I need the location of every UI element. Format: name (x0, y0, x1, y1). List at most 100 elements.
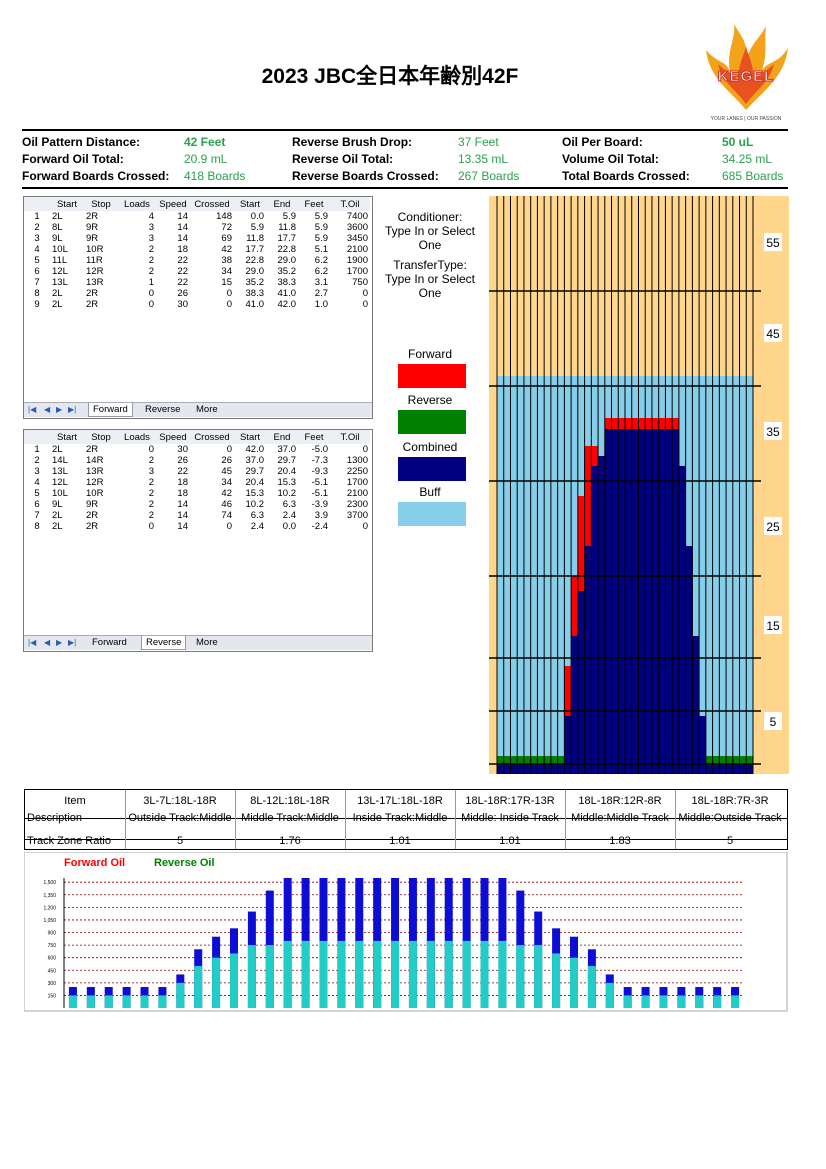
table-cell[interactable]: 20.4 (234, 477, 266, 488)
table-cell[interactable]: -7.3 (298, 455, 330, 466)
table-cell[interactable]: 8L (50, 222, 84, 233)
table-cell[interactable]: 41.0 (234, 299, 266, 310)
table-cell[interactable]: 2R (84, 510, 118, 521)
table-cell[interactable]: 2 (118, 244, 156, 255)
table-cell[interactable]: 42 (190, 488, 234, 499)
tab-reverse[interactable]: Reverse (141, 403, 184, 416)
tab-forward[interactable]: Forward (88, 636, 131, 649)
table-cell[interactable]: 0.0 (266, 521, 298, 532)
table-cell[interactable]: 13R (84, 466, 118, 477)
table-cell[interactable]: 0 (118, 444, 156, 455)
table-cell[interactable]: 1.0 (298, 299, 330, 310)
table-cell[interactable]: 0 (190, 521, 234, 532)
table-cell[interactable]: 17.7 (266, 233, 298, 244)
table-cell[interactable]: 2L (50, 521, 84, 532)
table-cell[interactable]: 2250 (330, 466, 370, 477)
table-cell[interactable]: 42.0 (266, 299, 298, 310)
table-cell[interactable]: 17.7 (234, 244, 266, 255)
table-cell[interactable]: 14 (156, 499, 190, 510)
table-cell[interactable]: 3.1 (298, 277, 330, 288)
table-cell[interactable]: 26 (156, 455, 190, 466)
table-cell[interactable]: 10R (84, 488, 118, 499)
next-sheet-icon[interactable]: ▶ (56, 636, 62, 649)
table-cell[interactable]: 11R (84, 255, 118, 266)
tab-forward[interactable]: Forward (88, 403, 133, 417)
table-cell[interactable]: 8 (24, 288, 50, 299)
table-cell[interactable]: 0 (190, 288, 234, 299)
table-cell[interactable]: 2 (118, 499, 156, 510)
table-cell[interactable]: 5 (24, 488, 50, 499)
table-cell[interactable]: 13L (50, 466, 84, 477)
table-cell[interactable]: 5.9 (298, 233, 330, 244)
table-cell[interactable]: 750 (330, 277, 370, 288)
table-cell[interactable]: -5.1 (298, 488, 330, 499)
table-cell[interactable]: 15 (190, 277, 234, 288)
table-cell[interactable]: 2R (84, 288, 118, 299)
table-cell[interactable]: 2100 (330, 488, 370, 499)
table-cell[interactable]: 9 (24, 299, 50, 310)
table-cell[interactable]: 9L (50, 233, 84, 244)
table-cell[interactable]: 12L (50, 477, 84, 488)
table-cell[interactable]: 2 (118, 455, 156, 466)
table-cell[interactable]: 13L (50, 277, 84, 288)
table-cell[interactable]: 2R (84, 299, 118, 310)
table-cell[interactable]: 4 (24, 477, 50, 488)
table-cell[interactable]: 9L (50, 499, 84, 510)
table-cell[interactable]: 42.0 (234, 444, 266, 455)
table-cell[interactable]: 6.2 (298, 255, 330, 266)
table-cell[interactable]: 12R (84, 477, 118, 488)
table-cell[interactable]: 3450 (330, 233, 370, 244)
table-cell[interactable]: 22.8 (266, 244, 298, 255)
table-cell[interactable]: 30 (156, 444, 190, 455)
table-cell[interactable]: 2 (118, 255, 156, 266)
table-cell[interactable]: 38.3 (266, 277, 298, 288)
table-cell[interactable]: 3 (118, 233, 156, 244)
table-cell[interactable]: 14R (84, 455, 118, 466)
table-cell[interactable]: 9R (84, 499, 118, 510)
table-cell[interactable]: 29.0 (234, 266, 266, 277)
table-cell[interactable]: 15.3 (234, 488, 266, 499)
table-cell[interactable]: 15.3 (266, 477, 298, 488)
table-cell[interactable]: 74 (190, 510, 234, 521)
table-cell[interactable]: 38 (190, 255, 234, 266)
table-cell[interactable]: 6 (24, 266, 50, 277)
table-cell[interactable]: 2 (118, 510, 156, 521)
table-cell[interactable]: 3 (24, 233, 50, 244)
prev-sheet-icon[interactable]: ◀ (44, 636, 50, 649)
table-cell[interactable]: -9.3 (298, 466, 330, 477)
table-cell[interactable]: 12R (84, 266, 118, 277)
table-cell[interactable]: 10L (50, 488, 84, 499)
table-cell[interactable]: 29.7 (266, 455, 298, 466)
table-cell[interactable]: 148 (190, 211, 234, 222)
table-cell[interactable]: 2L (50, 444, 84, 455)
table-cell[interactable]: 2.7 (298, 288, 330, 299)
table-cell[interactable]: 5.1 (298, 244, 330, 255)
table-cell[interactable]: -5.0 (298, 444, 330, 455)
table-cell[interactable]: 0 (190, 444, 234, 455)
table-cell[interactable]: 2R (84, 211, 118, 222)
table-cell[interactable]: 22 (156, 277, 190, 288)
table-cell[interactable]: 42 (190, 244, 234, 255)
table-cell[interactable]: 1 (24, 211, 50, 222)
table-cell[interactable]: 1900 (330, 255, 370, 266)
table-cell[interactable]: 2R (84, 444, 118, 455)
table-cell[interactable]: 29.7 (234, 466, 266, 477)
table-cell[interactable]: 22.8 (234, 255, 266, 266)
table-cell[interactable]: 14 (156, 211, 190, 222)
table-cell[interactable]: 34 (190, 266, 234, 277)
table-cell[interactable]: -5.1 (298, 477, 330, 488)
table-cell[interactable]: 0 (330, 521, 370, 532)
table-cell[interactable]: 14L (50, 455, 84, 466)
table-cell[interactable]: 34 (190, 477, 234, 488)
table-cell[interactable]: 3 (24, 466, 50, 477)
table-cell[interactable]: 29.0 (266, 255, 298, 266)
table-cell[interactable]: 0 (118, 299, 156, 310)
table-cell[interactable]: 37.0 (234, 455, 266, 466)
table-cell[interactable]: 45 (190, 466, 234, 477)
table-cell[interactable]: 41.0 (266, 288, 298, 299)
table-cell[interactable]: 3600 (330, 222, 370, 233)
table-cell[interactable]: 5.9 (234, 222, 266, 233)
table-cell[interactable]: 11L (50, 255, 84, 266)
table-cell[interactable]: 5.9 (298, 222, 330, 233)
table-cell[interactable]: 0 (118, 288, 156, 299)
